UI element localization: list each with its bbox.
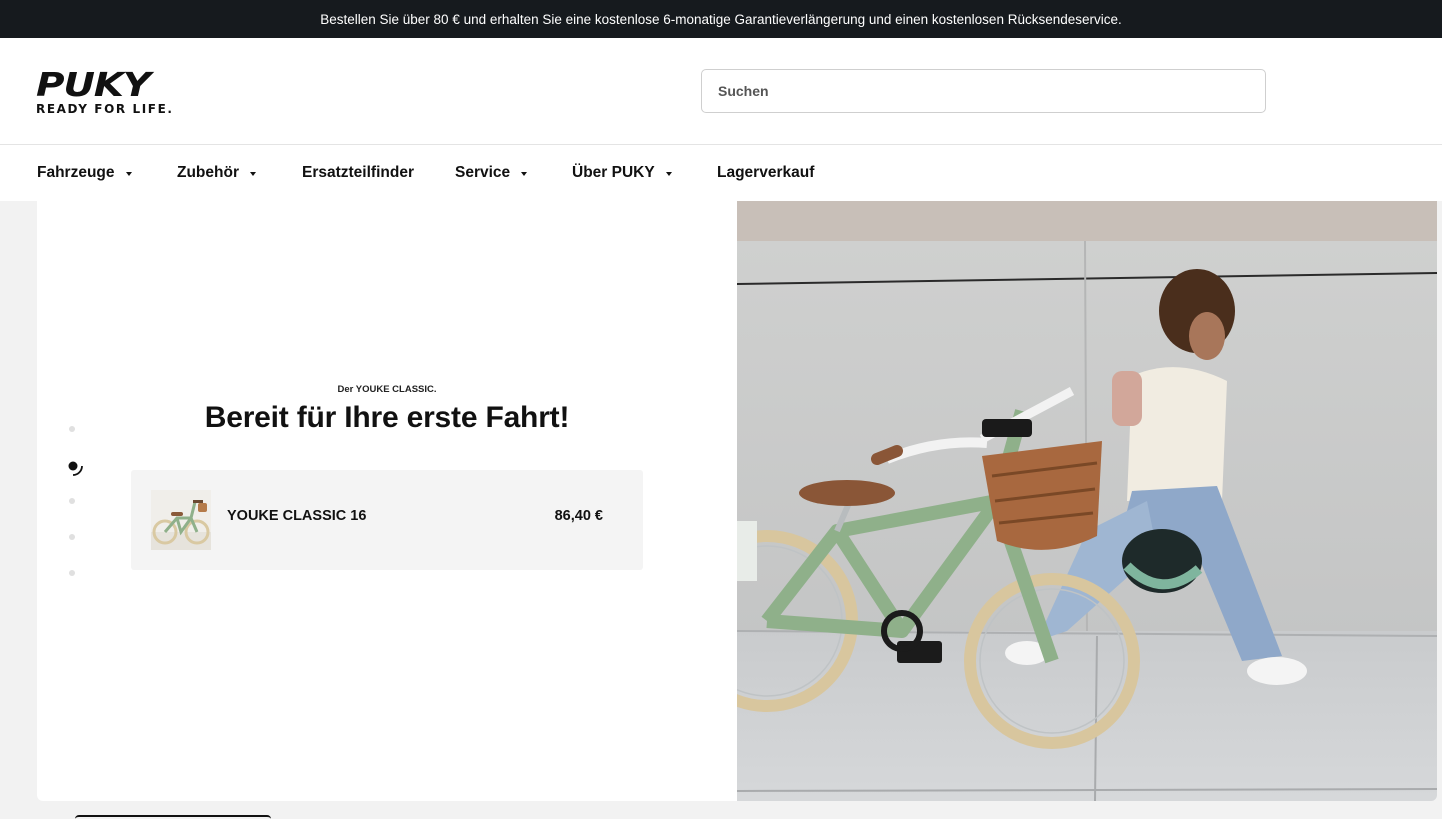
next-section-hint — [75, 815, 271, 819]
product-price: 86,40 € — [554, 508, 603, 524]
nav-item-service[interactable]: Service — [455, 145, 528, 201]
slide-pagination — [60, 418, 86, 588]
slide-dot[interactable] — [69, 570, 75, 576]
slide-dot-active-icon[interactable] — [60, 453, 86, 479]
hero-title: Bereit für Ihre erste Fahrt! — [204, 401, 570, 434]
nav-item-zubehoer[interactable]: Zubehör — [177, 145, 256, 201]
nav-label: Fahrzeuge — [37, 164, 115, 181]
product-card[interactable]: YOUKE CLASSIC 16 86,40 € — [131, 470, 643, 570]
caret-down-icon — [521, 171, 528, 176]
product-name: YOUKE CLASSIC 16 — [227, 508, 367, 524]
logo-tagline: READY FOR LIFE. — [36, 102, 174, 116]
child-with-bike-photo — [737, 201, 1437, 801]
nav-item-lagerverkauf[interactable]: Lagerverkauf — [717, 145, 814, 201]
nav-item-ueber-puky[interactable]: Über PUKY — [572, 145, 672, 201]
search-input[interactable] — [701, 69, 1266, 113]
site-header: PUKY READY FOR LIFE. — [0, 38, 1442, 145]
slide-dot[interactable] — [69, 534, 75, 540]
nav-label: Service — [455, 164, 511, 181]
hero-text-panel: Der YOUKE CLASSIC. Bereit für Ihre erste… — [37, 201, 737, 801]
main-navigation: Fahrzeuge Zubehör Ersatzteilfinder Servi… — [0, 145, 1442, 201]
slide-dot[interactable] — [69, 426, 75, 432]
nav-label: Ersatzteilfinder — [302, 164, 414, 181]
puky-logo[interactable]: PUKY READY FOR LIFE. — [36, 68, 196, 116]
nav-item-fahrzeuge[interactable]: Fahrzeuge — [37, 145, 132, 201]
nav-label: Lagerverkauf — [717, 164, 815, 181]
hero-image — [737, 201, 1437, 801]
nav-label: Zubehör — [177, 164, 239, 181]
caret-down-icon — [125, 171, 132, 176]
announcement-bar: Bestellen Sie über 80 € und erhalten Sie… — [0, 0, 1442, 38]
slide-dot[interactable] — [69, 498, 75, 504]
announcement-text: Bestellen Sie über 80 € und erhalten Sie… — [320, 11, 1122, 27]
caret-down-icon — [665, 171, 672, 176]
logo-wordmark: PUKY — [36, 65, 151, 104]
nav-label: Über PUKY — [572, 164, 655, 181]
caret-down-icon — [250, 171, 256, 176]
bike-thumbnail-icon — [151, 490, 211, 550]
hero-eyebrow: Der YOUKE CLASSIC. — [337, 384, 437, 395]
nav-item-ersatzteilfinder[interactable]: Ersatzteilfinder — [302, 145, 414, 201]
